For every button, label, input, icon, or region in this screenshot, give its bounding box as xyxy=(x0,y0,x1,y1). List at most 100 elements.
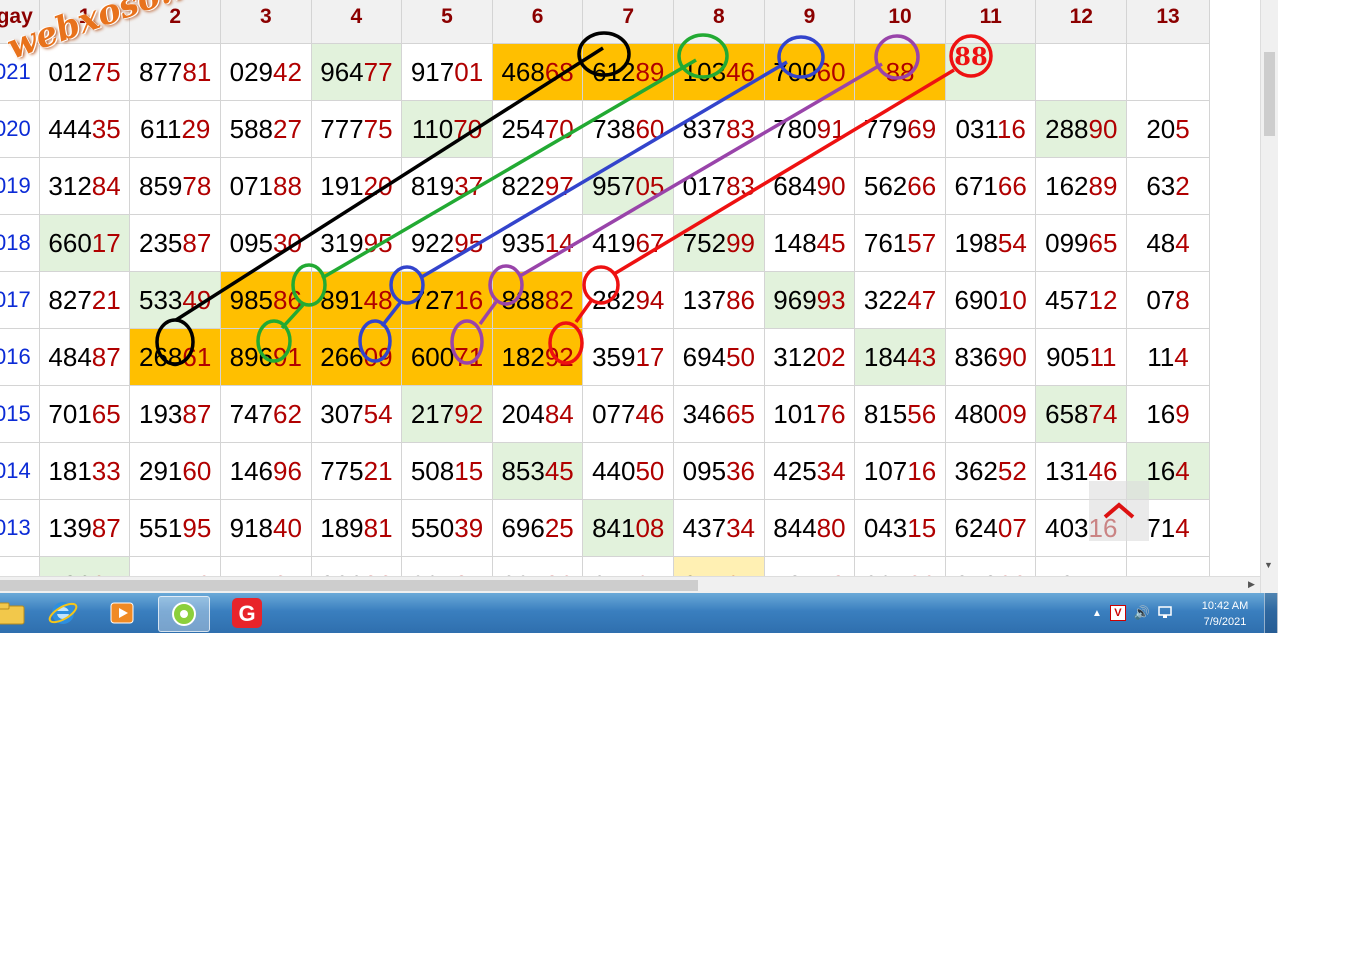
result-last-two: 54 xyxy=(363,398,393,429)
result-cell: 72716 xyxy=(401,271,493,329)
year-label[interactable]: 2013 xyxy=(0,499,40,557)
result-last-two: 49 xyxy=(182,284,212,315)
result-cell xyxy=(944,43,1037,101)
show-hidden-icon[interactable]: ▲ xyxy=(1092,608,1102,619)
horizontal-scroll-thumb[interactable] xyxy=(0,580,698,591)
scroll-down-arrow-icon[interactable]: ▼ xyxy=(1264,560,1273,570)
year-label[interactable]: 2019 xyxy=(0,157,40,215)
result-prefix: 322 xyxy=(863,284,908,315)
result-cell: 96477 xyxy=(310,43,403,101)
result-cell: 87781 xyxy=(129,43,221,101)
taskbar-clock[interactable]: 10:42 AM 7/9/2021 xyxy=(1190,598,1260,630)
result-cell: 31284 xyxy=(38,157,131,215)
result-cell: 88882 xyxy=(491,271,584,329)
result-last-two: 95 xyxy=(363,227,393,258)
table-row: 2013139875519591840189815503969625841084… xyxy=(0,499,1210,557)
result-last-two: 15 xyxy=(907,512,937,543)
result-last-two: 15 xyxy=(454,455,484,486)
result-prefix: 48 xyxy=(1146,227,1176,258)
column-header: 9 xyxy=(763,0,856,44)
result-last-two: 71 xyxy=(454,341,484,372)
result-prefix: 16 xyxy=(1146,455,1176,486)
year-label[interactable]: 2015 xyxy=(0,385,40,443)
result-last-two: 5 xyxy=(1175,113,1190,144)
result-prefix: 690 xyxy=(954,284,998,315)
result-cell: 28192 xyxy=(491,556,584,576)
result-prefix: 359 xyxy=(592,341,636,372)
result-prefix: 701 xyxy=(48,398,92,429)
result-prefix: 444 xyxy=(48,113,92,144)
result-cell: 92295 xyxy=(401,214,493,272)
explorer-folder-button[interactable] xyxy=(0,596,36,630)
result-prefix: 137 xyxy=(682,284,727,315)
result-prefix: 131 xyxy=(1045,455,1089,486)
result-prefix: 660 xyxy=(48,227,92,258)
result-prefix: 837 xyxy=(682,113,727,144)
result-cell: 81556 xyxy=(854,385,946,443)
result-prefix: 877 xyxy=(139,56,183,87)
result-cell: 114 xyxy=(1126,328,1210,386)
result-cell: 70165 xyxy=(38,385,131,443)
table-row: 2019312848597807188191208193782297957050… xyxy=(0,157,1210,215)
result-cell: 29160 xyxy=(129,442,221,500)
show-desktop-button[interactable] xyxy=(1264,593,1278,633)
volume-icon[interactable]: 🔊 xyxy=(1134,605,1150,621)
result-cell: 44050 xyxy=(582,442,675,500)
result-cell: 13987 xyxy=(38,499,131,557)
result-last-two: 81 xyxy=(363,512,393,543)
vertical-scroll-thumb[interactable] xyxy=(1264,52,1275,136)
result-prefix: 029 xyxy=(229,56,274,87)
result-prefix: 204 xyxy=(501,398,545,429)
result-last-two: 61 xyxy=(182,341,212,372)
result-prefix: 148 xyxy=(773,227,817,258)
result-prefix: 440 xyxy=(592,455,636,486)
result-last-two: 46 xyxy=(726,56,755,87)
result-cell: 09965 xyxy=(1035,214,1128,272)
internet-explorer-button[interactable] xyxy=(38,596,88,630)
result-prefix: 935 xyxy=(501,227,545,258)
result-prefix: 71 xyxy=(1146,512,1176,543)
result-cell: 73860 xyxy=(582,100,675,158)
result-cell: 09536 xyxy=(673,442,765,500)
result-cell: 18292 xyxy=(491,328,584,386)
result-prefix: 017 xyxy=(682,170,727,201)
table-row: 2020444356112958827777751107025470738608… xyxy=(0,100,1210,158)
result-prefix: 254 xyxy=(501,113,545,144)
result-cell: 81937 xyxy=(401,157,493,215)
year-label[interactable]: 2014 xyxy=(0,442,40,500)
result-last-two: 62 xyxy=(273,398,302,429)
result-prefix: 319 xyxy=(320,227,364,258)
result-cell: 19387 xyxy=(129,385,221,443)
result-last-two: 89 xyxy=(1088,170,1118,201)
v-app-icon[interactable]: V xyxy=(1109,605,1126,621)
result-last-two: 78 xyxy=(182,170,212,201)
scroll-right-arrow-icon[interactable]: ▶ xyxy=(1248,579,1255,590)
result-cell: 56266 xyxy=(854,157,946,215)
year-label[interactable]: 2020 xyxy=(0,100,40,158)
year-label[interactable]: 2017 xyxy=(0,271,40,329)
result-cell: 169 xyxy=(1126,385,1210,443)
result-prefix: 162 xyxy=(1045,170,1089,201)
result-cell: 20484 xyxy=(491,385,584,443)
result-last-two: 39 xyxy=(454,512,484,543)
result-prefix: 917 xyxy=(410,56,455,87)
result-cell: 83783 xyxy=(673,100,765,158)
result-prefix: 777 xyxy=(320,113,364,144)
green-app-button[interactable] xyxy=(158,596,210,632)
result-cell: 41967 xyxy=(582,214,675,272)
year-label[interactable]: 2012 xyxy=(0,556,40,576)
year-label[interactable]: 2016 xyxy=(0,328,40,386)
result-cell: 755 xyxy=(1126,556,1210,576)
result-cell: 44435 xyxy=(38,100,131,158)
result-last-two: 91 xyxy=(273,341,302,372)
media-player-button[interactable] xyxy=(97,596,147,630)
result-prefix: 07 xyxy=(1146,284,1176,315)
horizontal-scrollbar[interactable]: ▶ xyxy=(0,576,1260,594)
year-label[interactable]: 2018 xyxy=(0,214,40,272)
scroll-to-top-button[interactable] xyxy=(1089,481,1149,541)
red-g-app-button[interactable]: G xyxy=(222,596,272,630)
vertical-scrollbar[interactable]: ▼ xyxy=(1260,0,1278,593)
column-header: 11 xyxy=(944,0,1037,44)
network-icon[interactable] xyxy=(1158,605,1172,622)
column-header: 13 xyxy=(1126,0,1210,44)
